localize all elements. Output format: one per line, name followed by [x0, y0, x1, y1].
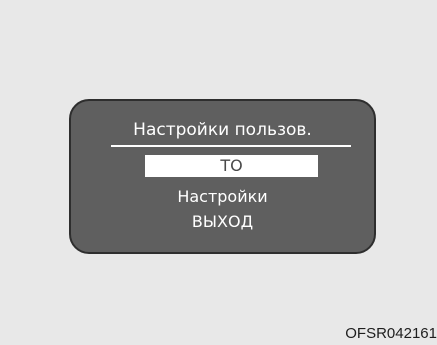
title-divider — [111, 145, 351, 147]
lcd-display-panel: Настройки пользов. ТО Настройки ВЫХОД — [69, 99, 376, 254]
menu-item-exit[interactable]: ВЫХОД — [71, 212, 374, 232]
menu-title: Настройки пользов. — [133, 120, 312, 140]
menu-item-settings[interactable]: Настройки — [71, 187, 374, 207]
menu-item-service[interactable]: ТО — [145, 155, 318, 177]
image-code-label: OFSR042161 — [345, 325, 437, 342]
